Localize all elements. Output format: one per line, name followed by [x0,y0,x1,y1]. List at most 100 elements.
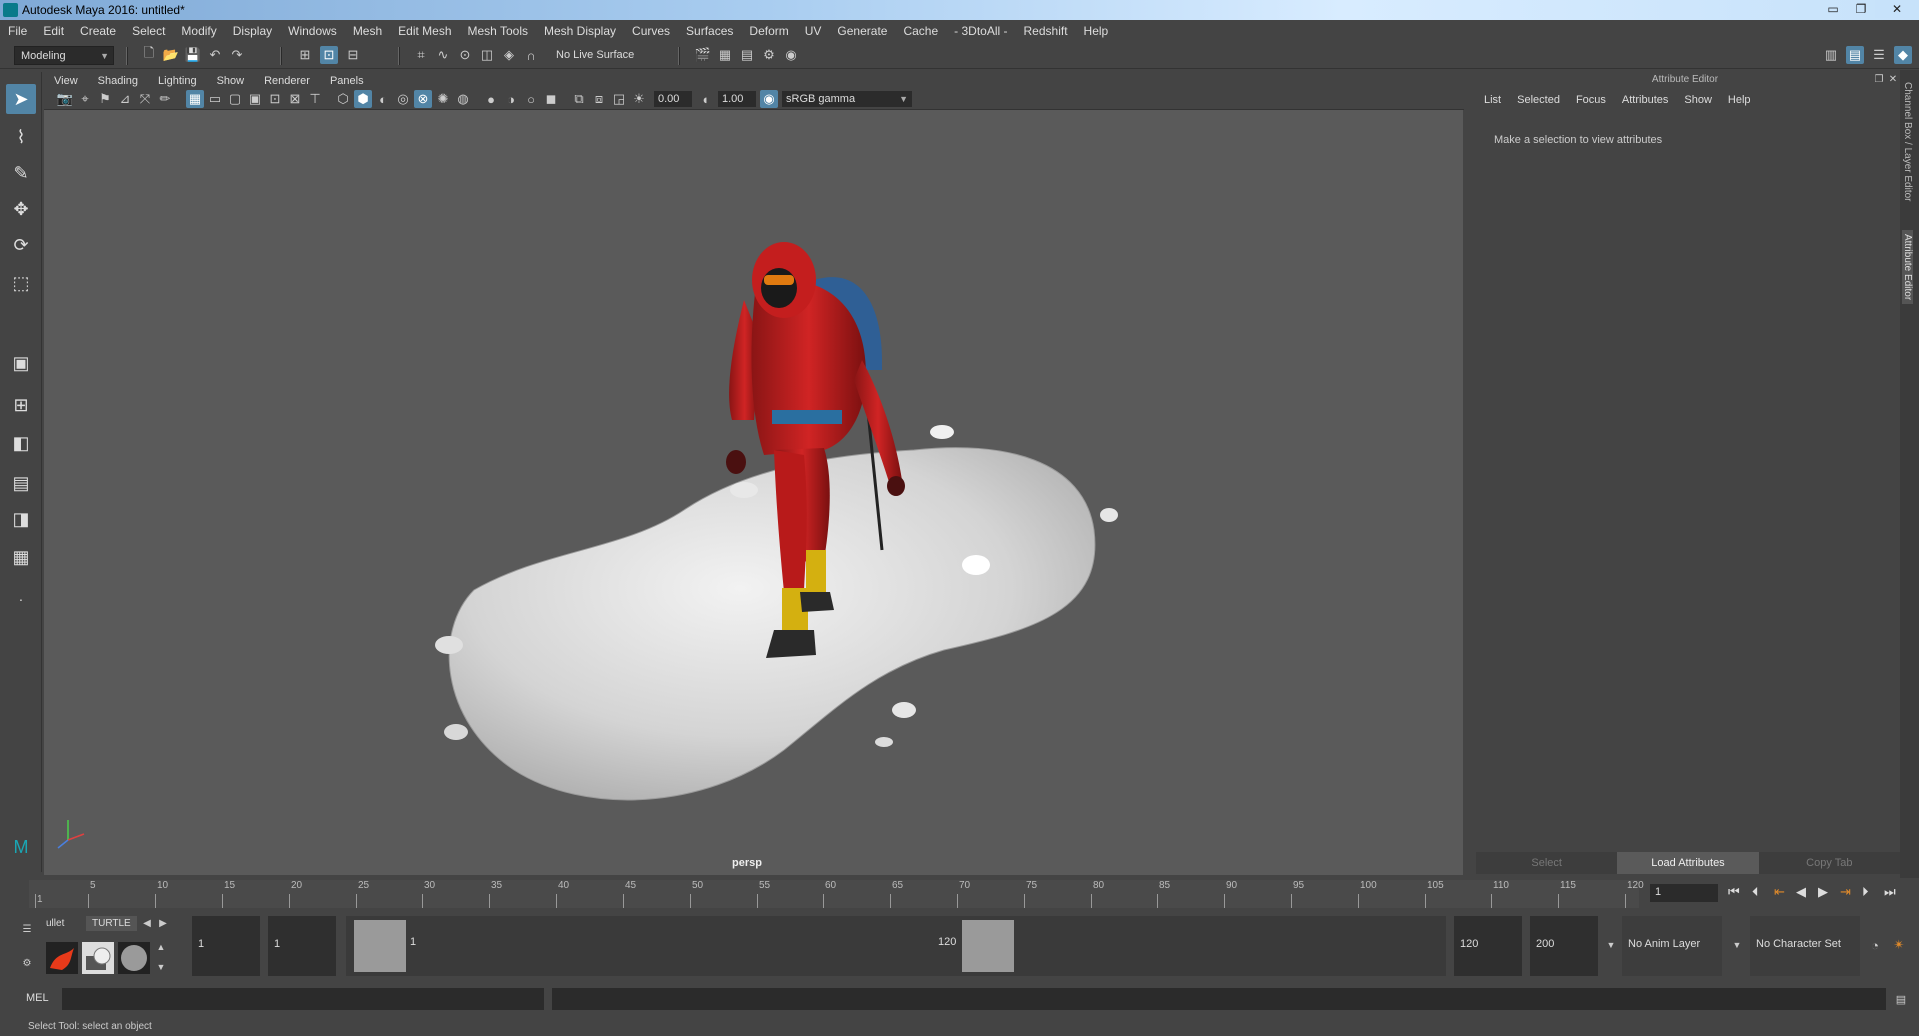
close-button[interactable]: ✕ [1875,0,1919,18]
x-ray-joints-icon[interactable]: ⧈ [590,90,608,108]
bookmark-icon[interactable]: ⚑ [96,90,114,108]
menu-uv[interactable]: UV [797,24,830,38]
multisample-aa-icon[interactable]: ◑ [502,90,520,108]
command-input[interactable] [62,988,544,1010]
safe-title-icon[interactable]: ⊤ [306,90,324,108]
copy-tab-button[interactable]: Copy Tab [1758,852,1900,874]
menu-edit[interactable]: Edit [35,24,72,38]
step-forward-icon[interactable]: ⏵ [1862,884,1869,900]
select-component-icon[interactable]: ⊟ [344,46,362,64]
safe-action-icon[interactable]: ⊠ [286,90,304,108]
2d-pan-zoom-icon[interactable]: ⤧ [136,90,154,108]
backface-icon[interactable]: ◲ [610,90,628,108]
panel-menu-renderer[interactable]: Renderer [254,75,320,87]
channel-box-toggle-icon[interactable]: ◆ [1894,46,1912,64]
settings-icon[interactable]: ⚙ [18,954,36,972]
snap-surface-icon[interactable]: ◈ [500,46,518,64]
move-tool-icon[interactable]: ✥ [6,194,36,224]
menu-help[interactable]: Help [1076,24,1117,38]
motion-blur-icon[interactable]: ● [482,90,500,108]
menu-set-dropdown[interactable]: Modeling ▼ [14,46,114,65]
menu-curves[interactable]: Curves [624,24,678,38]
save-scene-icon[interactable]: 💾 [184,46,202,64]
current-frame-field[interactable]: 1 [1650,884,1718,902]
menu-cache[interactable]: Cache [895,24,946,38]
hypershade-icon[interactable]: ◉ [782,46,800,64]
attribute-editor-toggle-icon[interactable]: ▤ [1846,46,1864,64]
wireframe-icon[interactable]: ⬡ [334,90,352,108]
snap-view-icon[interactable]: ◫ [478,46,496,64]
attribute-editor-tab[interactable]: Attribute Editor [1902,230,1913,305]
range-slider-track[interactable]: 1 120 [346,916,1446,976]
step-back-icon[interactable]: ⏴ [1752,884,1759,900]
animation-end-field[interactable]: 200 [1530,916,1598,976]
attr-menu-focus[interactable]: Focus [1568,94,1614,106]
camera-icon[interactable]: 📷 [56,90,74,108]
shelf-scroll-up-icon[interactable]: ▲ [152,938,170,956]
isolate-select-icon[interactable]: ◼ [542,90,560,108]
shelf-tab-turtle[interactable]: TURTLE [86,916,137,931]
menu-redshift[interactable]: Redshift [1016,24,1076,38]
live-surface-field[interactable]: No Live Surface [550,46,654,65]
textured-icon[interactable]: ◎ [394,90,412,108]
undo-icon[interactable]: ↶ [206,46,224,64]
open-scene-icon[interactable]: 📂 [162,46,180,64]
play-backwards-icon[interactable]: ◀ [1796,884,1806,900]
attr-menu-show[interactable]: Show [1676,94,1720,106]
field-chart-icon[interactable]: ⊡ [266,90,284,108]
single-perspective-view-icon[interactable]: ▣ [6,348,36,378]
character-set-dropdown[interactable]: No Character Set [1750,916,1860,976]
resolution-gate-icon[interactable]: ▢ [226,90,244,108]
select-tool-icon[interactable]: ➤ [6,84,36,114]
menu-display[interactable]: Display [225,24,280,38]
script-language-label[interactable]: MEL [26,992,49,1004]
magnet-icon[interactable]: ∩ [522,46,540,64]
hypershade-layout-icon[interactable]: ▦ [6,542,36,572]
animation-preferences-icon[interactable]: ✴ [1890,936,1908,954]
panel-menu-shading[interactable]: Shading [88,75,148,87]
color-management-icon[interactable]: ◉ [760,90,778,108]
go-to-end-icon[interactable]: ⏭ [1884,884,1896,900]
x-ray-icon[interactable]: ⧉ [570,90,588,108]
use-all-lights-icon[interactable]: ⊗ [414,90,432,108]
chevron-down-icon[interactable]: ▼ [1728,936,1746,954]
attr-menu-help[interactable]: Help [1720,94,1759,106]
redo-icon[interactable]: ↷ [228,46,246,64]
menu-create[interactable]: Create [72,24,124,38]
tool-settings-icon[interactable]: ☰ [1870,46,1888,64]
animation-start-field[interactable]: 1 [192,916,260,976]
custom-layout-icon[interactable]: · [6,584,36,614]
playback-start-field[interactable]: 1 [268,916,336,976]
shelf-scroll-down-icon[interactable]: ▼ [152,958,170,976]
go-to-start-icon[interactable]: ⏮ [1728,884,1740,900]
snap-grid-icon[interactable]: ⌗ [412,46,430,64]
rotate-tool-icon[interactable]: ⟳ [6,230,36,260]
menu-surfaces[interactable]: Surfaces [678,24,741,38]
select-hierarchy-icon[interactable]: ⊞ [296,46,314,64]
depth-of-field-icon[interactable]: ○ [522,90,540,108]
menu-mesh[interactable]: Mesh [345,24,390,38]
four-view-layout-icon[interactable]: ⊞ [6,390,36,420]
graph-layout-icon[interactable]: ◨ [6,504,36,534]
modeling-toolkit-icon[interactable]: ▥ [1822,46,1840,64]
range-end-handle[interactable] [962,920,1014,972]
grease-pencil-icon[interactable]: ✏ [156,90,174,108]
panel-menu-panels[interactable]: Panels [320,75,374,87]
attr-menu-selected[interactable]: Selected [1509,94,1568,106]
two-view-layout-icon[interactable]: ◧ [6,428,36,458]
camera-attributes-icon[interactable]: ⌖ [76,90,94,108]
paint-select-tool-icon[interactable]: ✎ [6,158,36,188]
shelf-tab-bullet[interactable]: ullet [40,916,70,931]
attr-menu-attributes[interactable]: Attributes [1614,94,1676,106]
snap-point-icon[interactable]: ⊙ [456,46,474,64]
shelf-render-icon[interactable] [82,942,114,974]
auto-key-icon[interactable]: ◔ [1866,936,1884,954]
perspective-viewport[interactable]: persp [44,110,1463,875]
render-frame-icon[interactable]: ▦ [716,46,734,64]
render-settings-icon[interactable]: ⚙ [760,46,778,64]
gamma-icon[interactable]: ◖ [696,90,714,108]
exposure-field[interactable]: 0.00 [654,91,692,107]
snap-curve-icon[interactable]: ∿ [434,46,452,64]
render-view-icon[interactable]: 🎬 [694,46,712,64]
step-forward-key-icon[interactable]: ⇥ [1840,884,1851,900]
